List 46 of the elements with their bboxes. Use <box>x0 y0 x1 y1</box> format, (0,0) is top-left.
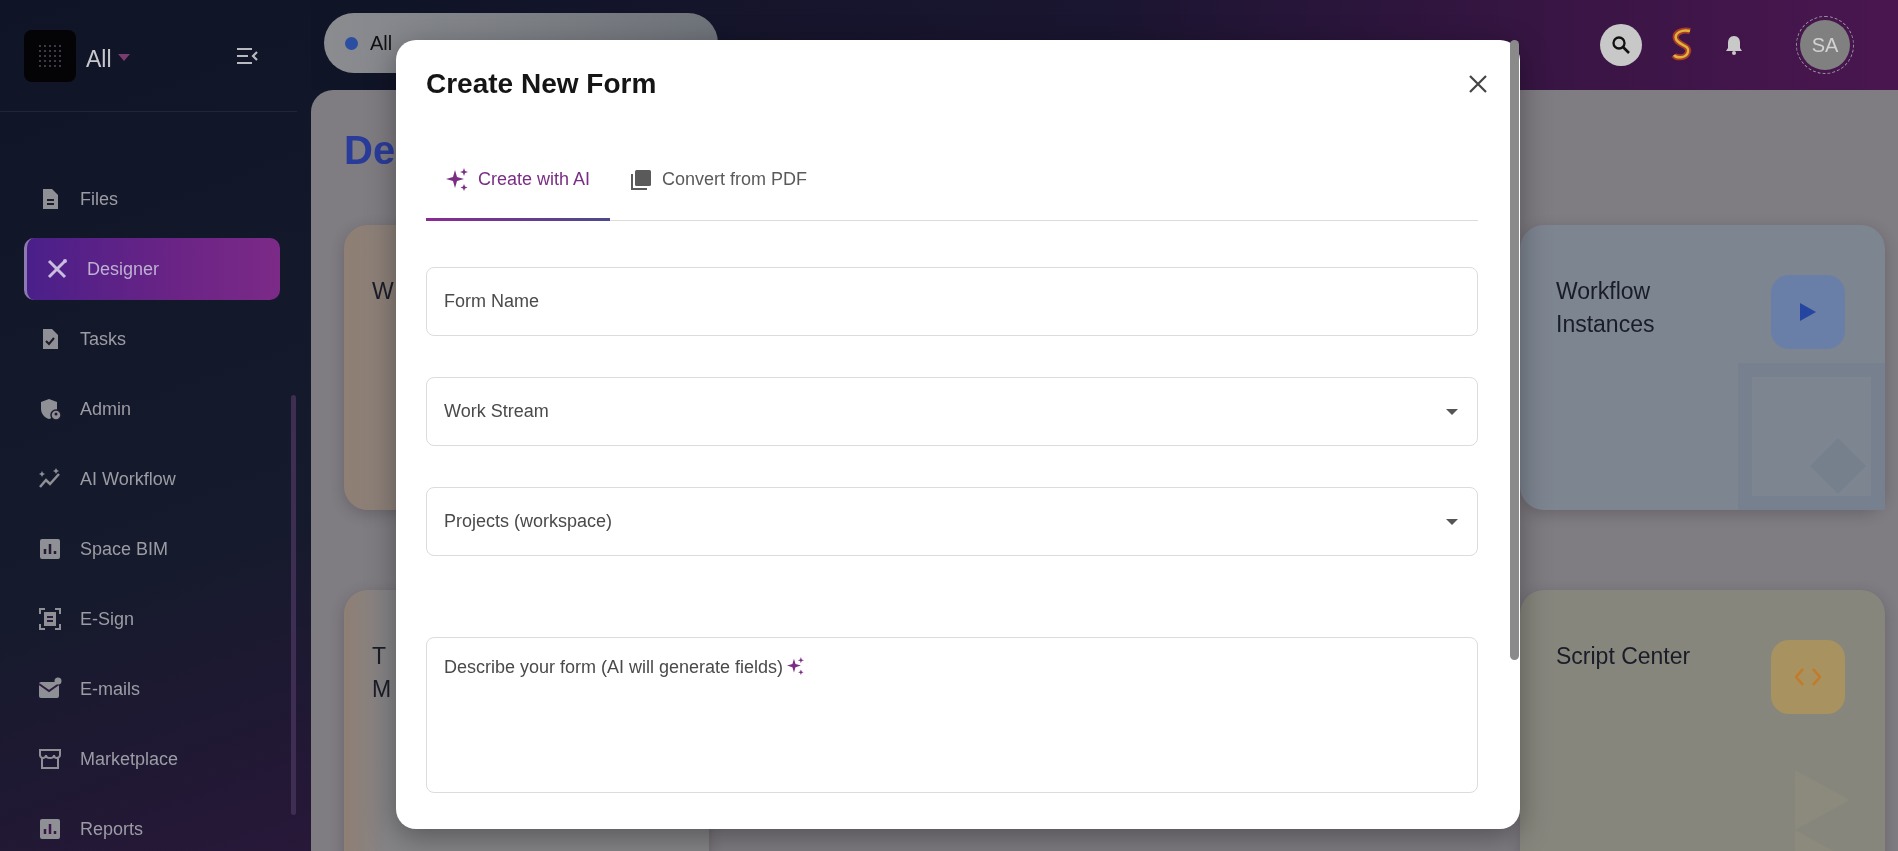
card-title: W <box>372 277 394 306</box>
bell-icon[interactable] <box>1724 34 1744 56</box>
sparkle-icon <box>446 168 468 191</box>
textarea-field[interactable]: Describe your form (AI will generate fields) <box>426 637 1478 793</box>
card-title: Script Center <box>1556 642 1691 671</box>
card-title: T M <box>372 642 392 704</box>
play-icon <box>1800 303 1816 321</box>
dashboard-card[interactable]: Script Center <box>1520 590 1885 851</box>
code-icon <box>1795 668 1821 686</box>
caret-icon <box>1446 408 1458 415</box>
dialog-title: Create New Form <box>426 68 657 100</box>
sparkle-icon <box>787 657 805 675</box>
bar-chart-icon <box>38 537 62 561</box>
dot-grid-icon <box>37 42 63 69</box>
sidebar-item[interactable]: Reports <box>24 798 280 851</box>
storefront-icon <box>38 747 62 771</box>
search-button[interactable] <box>1600 24 1642 66</box>
envelope-icon <box>38 677 62 701</box>
framed-document-icon <box>38 607 62 631</box>
close-icon <box>1468 74 1488 94</box>
search-icon <box>1611 35 1631 55</box>
sidebar-item[interactable]: Space BIM <box>24 518 280 580</box>
sidebar-item[interactable]: AI Workflow <box>24 448 280 510</box>
page-heading: De <box>344 127 397 174</box>
input-field[interactable]: Form Name <box>426 267 1478 336</box>
sidebar-item[interactable]: Designer <box>24 238 280 300</box>
sidebar-item[interactable]: Admin <box>24 378 280 440</box>
tab[interactable]: Create with AI <box>426 138 611 221</box>
menu-collapse-icon[interactable] <box>236 45 259 66</box>
caret-icon <box>1446 518 1458 525</box>
sidebar-item[interactable]: Marketplace <box>24 728 280 790</box>
sidebar-item[interactable]: E-Sign <box>24 588 280 650</box>
bar-chart-icon <box>38 817 62 841</box>
sidebar-item[interactable]: E-mails <box>24 658 280 720</box>
shield-user-icon <box>38 397 62 421</box>
workspace-selector[interactable]: All <box>86 46 112 73</box>
scrollbar-thumb[interactable] <box>1510 40 1519 660</box>
tab[interactable]: Convert from PDF <box>610 138 828 221</box>
select-field[interactable]: Projects (workspace) <box>426 487 1478 556</box>
select-field[interactable]: Work Stream <box>426 377 1478 446</box>
card-title: Workflow Instances <box>1556 277 1655 339</box>
sidebar-item[interactable]: Files <box>24 168 280 230</box>
status-dot <box>345 36 358 50</box>
sidebar-item[interactable]: Tasks <box>24 308 280 370</box>
dashboard-card[interactable]: Workflow Instances <box>1520 225 1885 510</box>
scrollbar-thumb[interactable] <box>291 395 296 815</box>
